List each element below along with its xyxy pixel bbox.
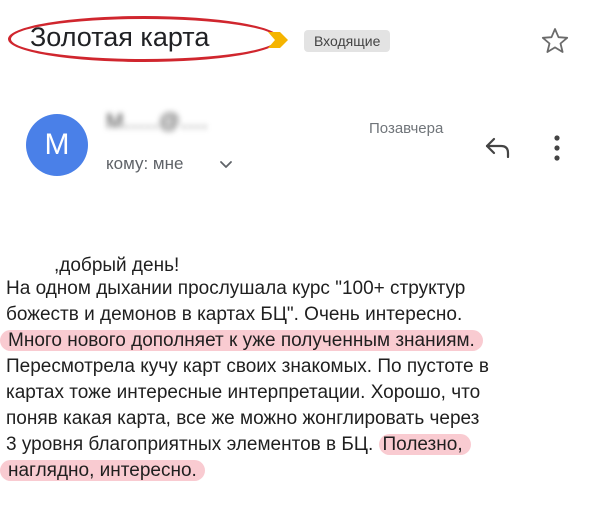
sender-email-blurred: M.....@....	[106, 110, 209, 133]
message-greeting: ,добрый день!	[54, 255, 180, 276]
highlighted-phrase: Полезно,	[378, 434, 471, 455]
sender-avatar[interactable]: M	[26, 114, 88, 176]
chevron-down-icon[interactable]	[219, 160, 233, 170]
body-line: На одном дыхании прослушала курс "100+ с…	[6, 278, 466, 299]
body-line: Пересмотрела кучу карт своих знакомых. П…	[6, 356, 489, 377]
body-line: 3 уровня благоприятных элементов в БЦ.	[6, 434, 374, 455]
message-date: Позавчера	[369, 120, 444, 137]
subject-annotation-circle	[8, 16, 280, 62]
message-body: На одном дыхании прослушала курс "100+ с…	[0, 276, 588, 484]
inbox-label-chip[interactable]: Входящие	[304, 30, 391, 52]
recipient-label[interactable]: кому: мне	[106, 154, 183, 174]
important-marker-icon[interactable]	[266, 31, 290, 49]
body-line: божеств и демонов в картах БЦ". Очень ин…	[6, 304, 463, 325]
reply-icon[interactable]	[484, 136, 512, 158]
star-icon[interactable]	[540, 26, 570, 56]
highlighted-phrase: наглядно, интересно.	[0, 460, 205, 481]
body-line: поняв какая карта, все же можно жонглиро…	[6, 408, 480, 429]
highlighted-body-line: Много нового дополняет к уже полученным …	[0, 330, 483, 351]
more-vert-icon[interactable]	[552, 133, 562, 163]
body-line: картах тоже интересные интерпретации. Хо…	[6, 382, 481, 403]
